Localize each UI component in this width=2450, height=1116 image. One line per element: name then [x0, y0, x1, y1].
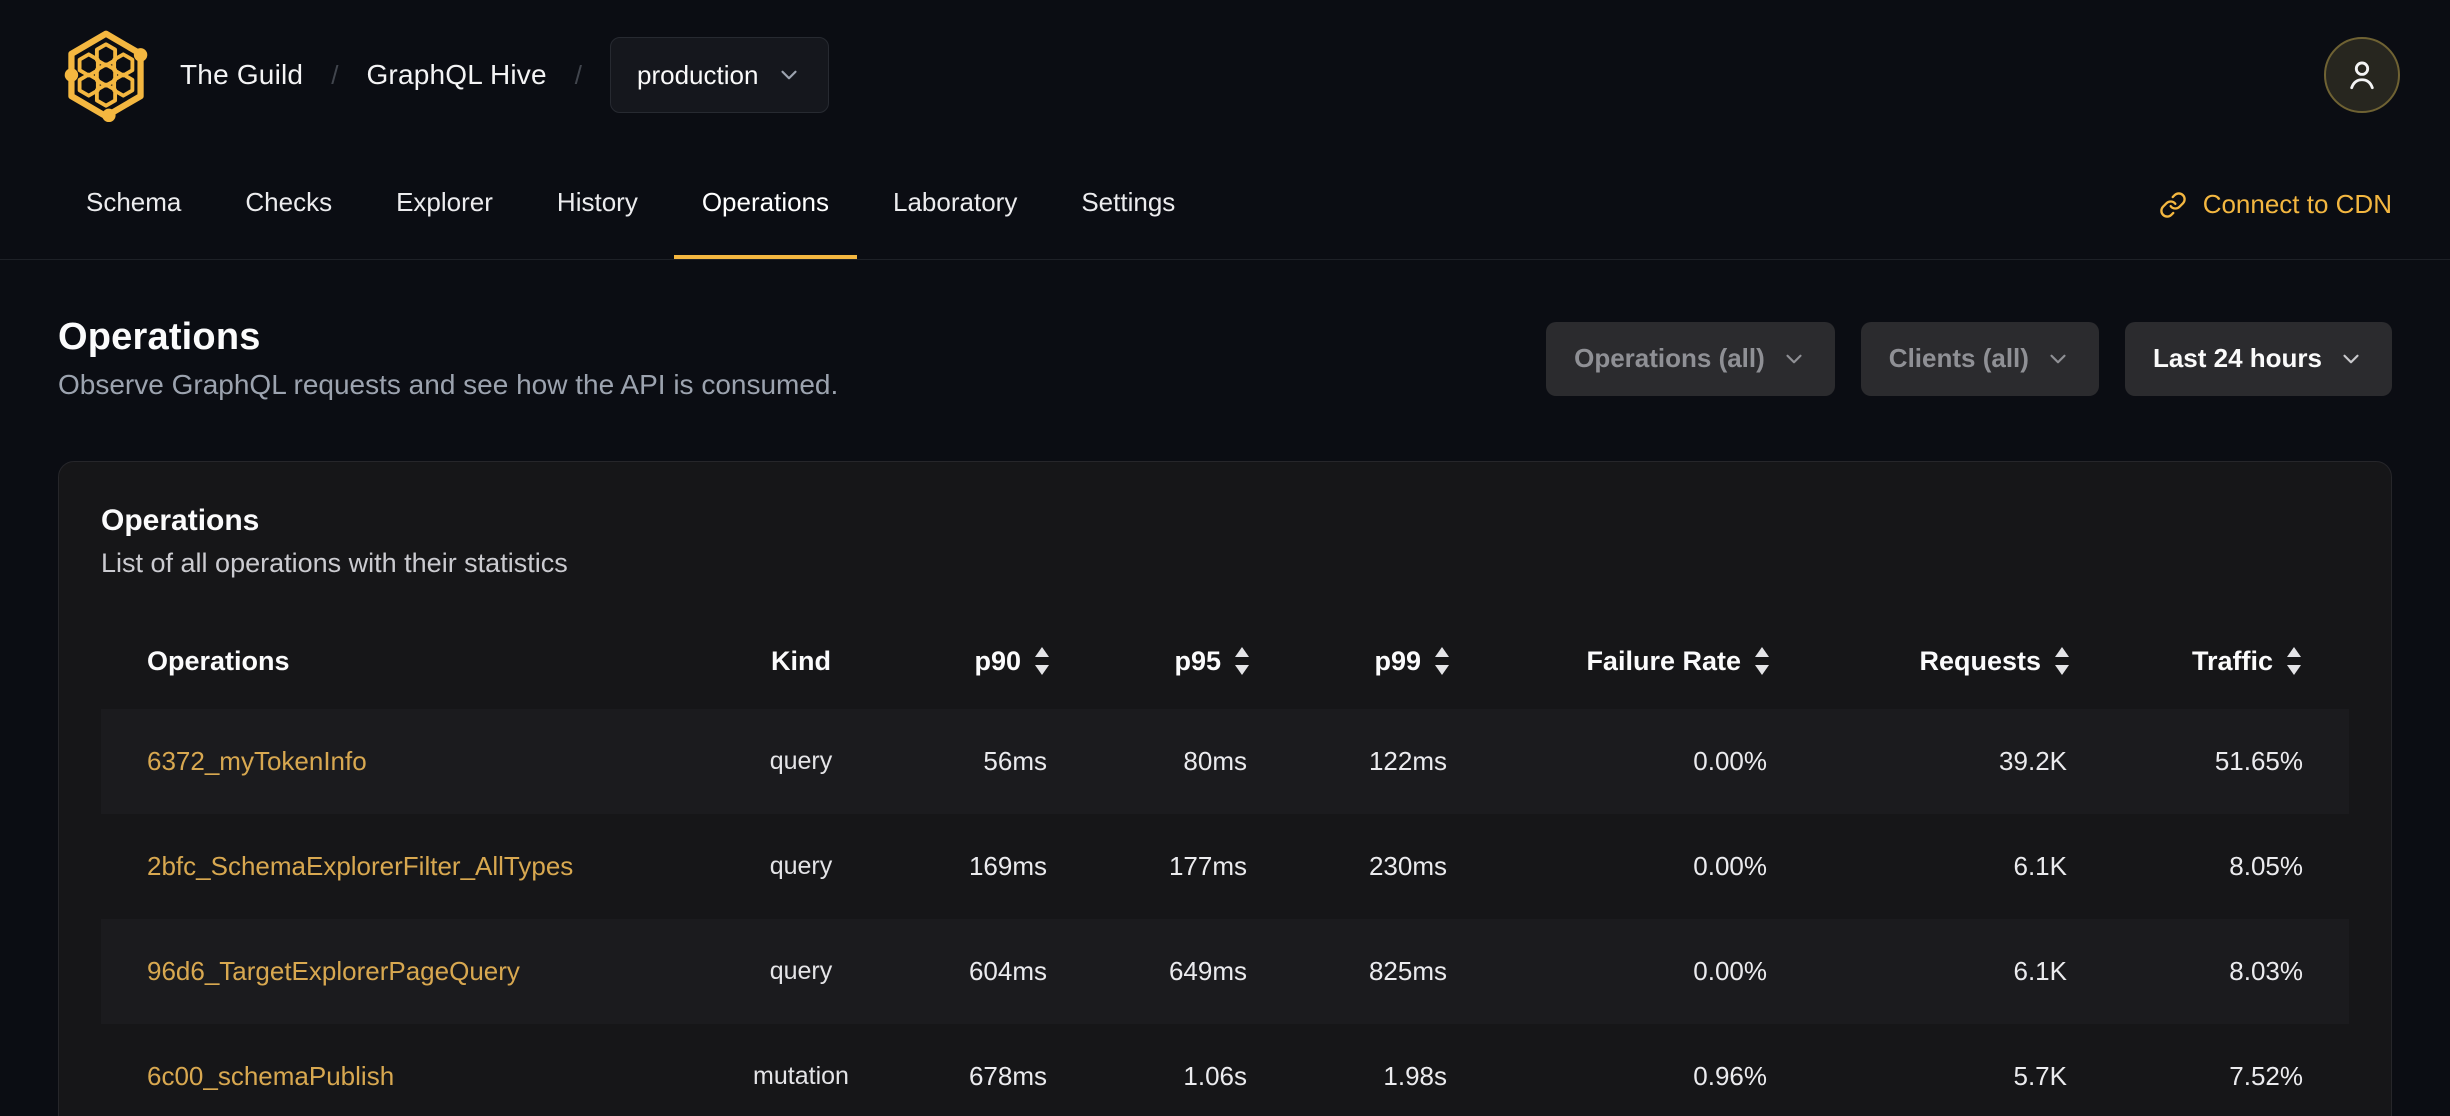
operation-requests: 6.1K — [2013, 851, 2068, 881]
sort-icon[interactable] — [2285, 645, 2303, 677]
operation-failure-rate: 0.96% — [1693, 1061, 1767, 1091]
tab-checks[interactable]: Checks — [217, 150, 360, 259]
operations-table: Operations Kind p90 p95 p99 Failure Rate… — [101, 613, 2349, 1116]
tab-settings[interactable]: Settings — [1053, 150, 1203, 259]
user-icon — [2350, 61, 2374, 90]
operation-traffic: 8.03% — [2229, 956, 2303, 986]
clients-filter-dropdown[interactable]: Clients (all) — [1860, 321, 2099, 396]
column-header-operations: Operations — [147, 645, 290, 676]
operation-kind: mutation — [753, 1062, 849, 1090]
card-subtitle: List of all operations with their statis… — [101, 548, 568, 578]
brand-row: The Guild / GraphQL Hive / production — [0, 0, 2450, 150]
card-title: Operations — [101, 504, 260, 537]
operation-name-cell: 2bfc_SchemaExplorerFilter_AllTypes — [101, 851, 721, 882]
link-icon — [2159, 191, 2186, 218]
table-header-row: Operations Kind p90 p95 p99 Failure Rate… — [101, 613, 2349, 709]
chevron-down-icon — [1786, 354, 1802, 363]
operation-p99: 825ms — [1368, 956, 1447, 986]
user-avatar-button[interactable] — [2324, 37, 2400, 113]
period-filter-dropdown[interactable]: Last 24 hours — [2124, 321, 2392, 396]
operation-failure-rate: 0.00% — [1693, 956, 1767, 986]
column-header-p95[interactable]: p95 — [1051, 645, 1251, 677]
column-header-p90[interactable]: p90 — [881, 645, 1051, 677]
operation-p95: 80ms — [1183, 746, 1247, 776]
operation-kind: query — [769, 957, 833, 985]
tab-operations[interactable]: Operations — [673, 150, 858, 259]
table-row: 2bfc_SchemaExplorerFilter_AllTypes query 1… — [101, 814, 2349, 919]
column-header-traffic[interactable]: Traffic — [2071, 645, 2349, 677]
operation-link[interactable]: 96d6_TargetExplorerPageQuery — [147, 956, 520, 986]
operations-card: Operations List of all operations with t… — [58, 461, 2392, 1116]
operation-name-cell: 6c00_schemaPublish — [101, 1061, 721, 1092]
sort-icon[interactable] — [1233, 645, 1251, 677]
column-header-failure-rate[interactable]: Failure Rate — [1451, 645, 1771, 677]
connect-to-cdn-link[interactable]: Connect to CDN — [2159, 150, 2392, 259]
operation-p90: 56ms — [983, 746, 1047, 776]
table-row: 6372_myTokenInfo query 56ms 80ms 122ms 0.00% 3… — [101, 709, 2349, 814]
page-header-text: Operations Observe GraphQL requests and … — [58, 316, 838, 401]
target-selector-dropdown[interactable]: production — [610, 37, 830, 113]
operation-traffic: 8.05% — [2229, 851, 2303, 881]
column-header-kind: Kind — [771, 645, 831, 676]
operation-failure-rate: 0.00% — [1693, 746, 1767, 776]
target-selector-value: production — [637, 59, 759, 90]
connect-to-cdn-label: Connect to CDN — [2202, 189, 2392, 219]
tabs-bar: Schema Checks Explorer History Operation… — [0, 150, 2450, 260]
operation-traffic: 51.65% — [2214, 746, 2303, 776]
operation-p95: 1.06s — [1183, 1061, 1247, 1091]
operation-name-cell: 96d6_TargetExplorerPageQuery — [101, 956, 721, 987]
chevron-down-icon — [2343, 354, 2359, 363]
page-header: Operations Observe GraphQL requests and … — [58, 316, 2392, 401]
operation-kind: query — [769, 747, 833, 775]
operation-p90: 169ms — [968, 851, 1047, 881]
tabs: Schema Checks Explorer History Operation… — [58, 150, 1203, 259]
operation-failure-rate: 0.00% — [1693, 851, 1767, 881]
breadcrumb-project[interactable]: GraphQL Hive — [366, 59, 546, 91]
breadcrumb-org[interactable]: The Guild — [180, 59, 303, 91]
operation-p90: 678ms — [968, 1061, 1047, 1091]
top-header: The Guild / GraphQL Hive / production Sc… — [0, 0, 2450, 260]
operation-requests: 39.2K — [1999, 746, 2067, 776]
sort-icon[interactable] — [1753, 645, 1771, 677]
table-row: 6c00_schemaPublish mutation 678ms 1.06s 1.98… — [101, 1024, 2349, 1116]
operation-p99: 122ms — [1368, 746, 1447, 776]
hive-logo-icon[interactable] — [58, 23, 154, 127]
filters: Operations (all) Clients (all) Last 24 h… — [1546, 321, 2392, 396]
operation-link[interactable]: 2bfc_SchemaExplorerFilter_AllTypes — [147, 851, 573, 881]
operation-traffic: 7.52% — [2229, 1061, 2303, 1091]
chevron-down-icon — [781, 70, 798, 80]
operation-p99: 1.98s — [1383, 1061, 1447, 1091]
page-subtitle: Observe GraphQL requests and see how the… — [58, 369, 839, 400]
chevron-down-icon — [2050, 354, 2066, 363]
table-body: 6372_myTokenInfo query 56ms 80ms 122ms 0.00% 3… — [101, 709, 2349, 1116]
clients-filter-label: Clients (all) — [1888, 343, 2029, 373]
operation-p95: 177ms — [1168, 851, 1247, 881]
tab-laboratory[interactable]: Laboratory — [865, 150, 1045, 259]
operation-p99: 230ms — [1368, 851, 1447, 881]
breadcrumb-separator: / — [331, 59, 339, 90]
operation-link[interactable]: 6c00_schemaPublish — [147, 1061, 394, 1091]
period-filter-label: Last 24 hours — [2152, 343, 2322, 373]
sort-icon[interactable] — [2053, 645, 2071, 677]
operation-p95: 649ms — [1168, 956, 1247, 986]
sort-icon[interactable] — [1433, 645, 1451, 677]
operation-p90: 604ms — [968, 956, 1047, 986]
page-title: Operations — [58, 316, 261, 358]
operation-requests: 6.1K — [2013, 956, 2068, 986]
operation-name-cell: 6372_myTokenInfo — [101, 746, 721, 777]
table-row: 96d6_TargetExplorerPageQuery query 604ms 64… — [101, 919, 2349, 1024]
tab-explorer[interactable]: Explorer — [368, 150, 521, 259]
sort-icon[interactable] — [1033, 645, 1051, 677]
operations-filter-label: Operations (all) — [1574, 343, 1765, 373]
operations-filter-dropdown[interactable]: Operations (all) — [1546, 321, 1835, 396]
main-content: Operations Observe GraphQL requests and … — [0, 316, 2450, 1116]
breadcrumb-separator: / — [574, 59, 582, 90]
column-header-p99[interactable]: p99 — [1251, 645, 1451, 677]
operation-requests: 5.7K — [2013, 1061, 2068, 1091]
column-header-requests[interactable]: Requests — [1771, 645, 2071, 677]
operation-link[interactable]: 6372_myTokenInfo — [147, 746, 367, 776]
tab-history[interactable]: History — [529, 150, 666, 259]
operation-kind: query — [769, 852, 833, 880]
tab-schema[interactable]: Schema — [58, 150, 209, 259]
